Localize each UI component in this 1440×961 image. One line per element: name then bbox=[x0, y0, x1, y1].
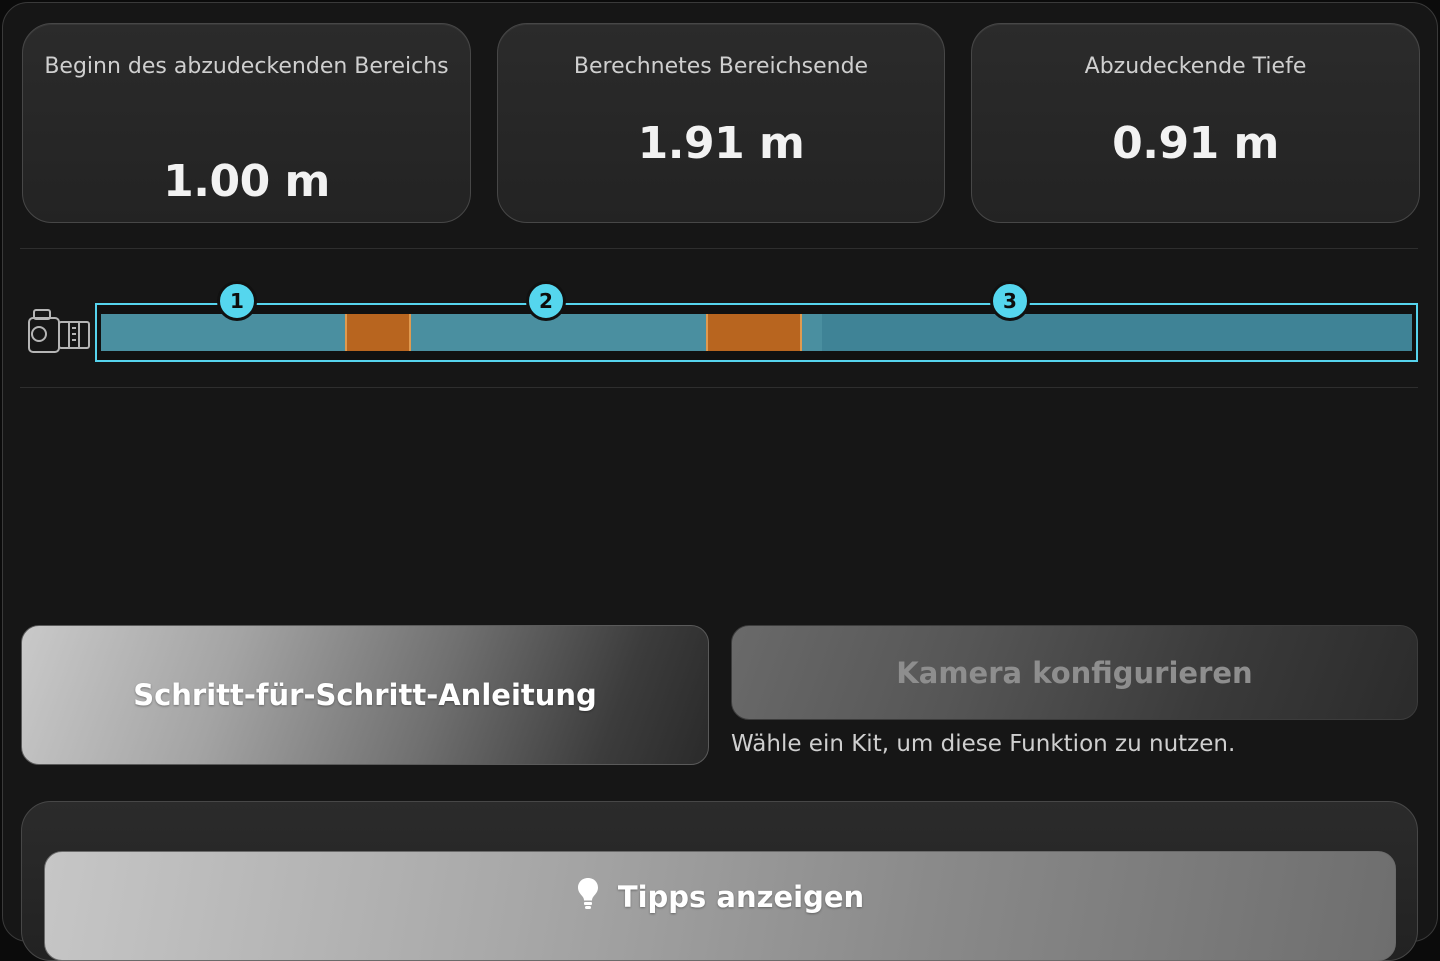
start-card: Beginn des abzudeckenden Bereichs 1.00 m bbox=[22, 23, 471, 223]
depth-card: Abzudeckende Tiefe 0.91 m bbox=[971, 23, 1420, 223]
configure-camera-label: Kamera konfigurieren bbox=[896, 655, 1253, 690]
marker-3[interactable]: 3 bbox=[990, 281, 1030, 321]
depth-label: Abzudeckende Tiefe bbox=[1084, 54, 1307, 79]
marker-1[interactable]: 1 bbox=[217, 281, 257, 321]
show-tips-button[interactable]: Tipps anzeigen bbox=[44, 851, 1396, 961]
start-value: 1.00 m bbox=[163, 156, 330, 207]
depth-value: 0.91 m bbox=[1112, 118, 1279, 169]
camera-icon bbox=[26, 306, 92, 356]
lightbulb-icon bbox=[576, 876, 600, 917]
step-by-step-guide-button[interactable]: Schritt-für-Schritt-Anleitung bbox=[21, 625, 709, 765]
end-label: Berechnetes Bereichsende bbox=[573, 54, 869, 79]
end-value: 1.91 m bbox=[637, 118, 805, 169]
divider-bottom bbox=[20, 387, 1418, 388]
divider-top bbox=[20, 248, 1418, 249]
coverage-fill-remainder bbox=[822, 314, 1412, 351]
configure-camera-hint: Wähle ein Kit, um diese Funktion zu nutz… bbox=[731, 731, 1236, 757]
start-label: Beginn des abzudeckenden Bereichs bbox=[44, 54, 449, 79]
overlap-segment-2 bbox=[706, 314, 802, 351]
configure-camera-button[interactable]: Kamera konfigurieren bbox=[731, 625, 1418, 720]
overlap-segment-1 bbox=[345, 314, 411, 351]
show-tips-label: Tipps anzeigen bbox=[617, 879, 865, 914]
end-card: Berechnetes Bereichsende 1.91 m bbox=[497, 23, 945, 223]
marker-2[interactable]: 2 bbox=[526, 281, 566, 321]
step-by-step-guide-label: Schritt-für-Schritt-Anleitung bbox=[133, 678, 597, 712]
coverage-track bbox=[95, 303, 1418, 362]
